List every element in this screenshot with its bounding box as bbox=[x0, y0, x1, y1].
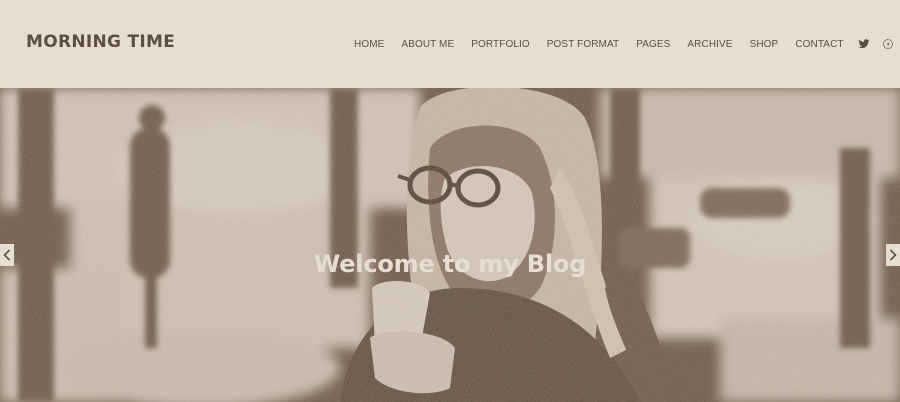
nav-item-contact[interactable]: CONTACT bbox=[795, 39, 843, 50]
nav-item-post-format[interactable]: POST FORMAT bbox=[547, 39, 619, 50]
nav-item-shop[interactable]: SHOP bbox=[750, 39, 779, 50]
twitter-icon[interactable] bbox=[858, 38, 870, 50]
hero-slider: Welcome to my Blog bbox=[0, 88, 900, 402]
social-links bbox=[858, 38, 900, 50]
hero-background-image bbox=[0, 88, 900, 402]
main-navigation: HOME ABOUT ME PORTFOLIO POST FORMAT PAGE… bbox=[354, 37, 900, 51]
nav-item-portfolio[interactable]: PORTFOLIO bbox=[471, 39, 530, 50]
slider-next-button[interactable] bbox=[886, 244, 900, 266]
nav-item-archive[interactable]: ARCHIVE bbox=[687, 39, 732, 50]
nav-item-pages[interactable]: PAGES bbox=[636, 39, 670, 50]
chevron-right-icon bbox=[889, 249, 897, 261]
nav-item-home[interactable]: HOME bbox=[354, 39, 384, 50]
nav-item-about-me[interactable]: ABOUT ME bbox=[401, 39, 454, 50]
google-plus-icon[interactable] bbox=[882, 38, 894, 50]
chevron-left-icon bbox=[3, 249, 11, 261]
site-logo[interactable]: MORNING TIME bbox=[26, 32, 175, 52]
site-header: MORNING TIME HOME ABOUT ME PORTFOLIO POS… bbox=[0, 0, 900, 88]
hero-title: Welcome to my Blog bbox=[313, 250, 587, 278]
slider-prev-button[interactable] bbox=[0, 244, 14, 266]
